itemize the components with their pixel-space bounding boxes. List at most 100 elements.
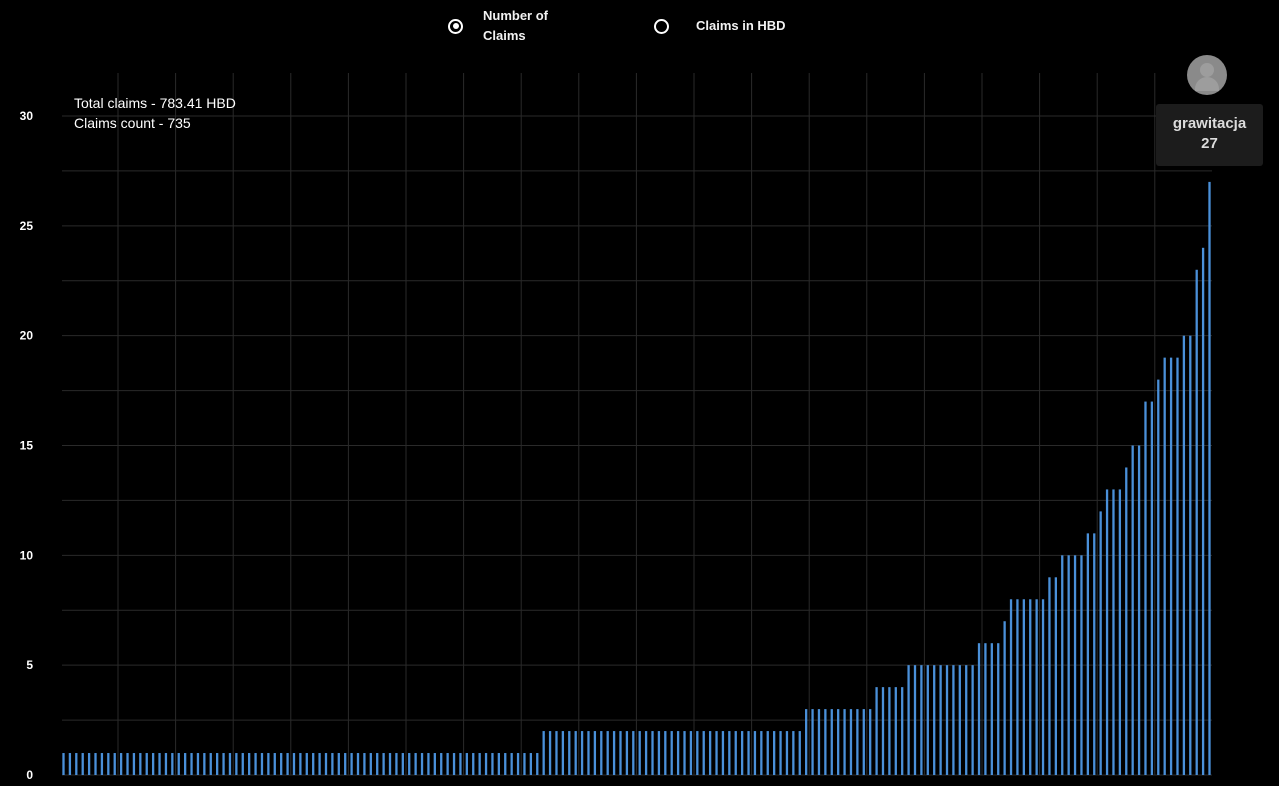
chart-bar[interactable]	[1189, 335, 1192, 775]
chart-bar[interactable]	[472, 753, 475, 775]
chart-bar[interactable]	[1208, 181, 1211, 775]
chart-bar[interactable]	[356, 753, 360, 775]
chart-bar[interactable]	[1099, 511, 1102, 775]
chart-bar[interactable]	[657, 731, 661, 775]
chart-bar[interactable]	[1144, 401, 1147, 775]
chart-bar[interactable]	[1054, 577, 1057, 775]
chart-bar[interactable]	[1009, 599, 1013, 775]
chart-bar[interactable]	[1169, 357, 1173, 775]
chart-bar[interactable]	[651, 731, 654, 775]
chart-bar[interactable]	[766, 731, 769, 775]
chart-bar[interactable]	[1067, 555, 1070, 775]
chart-bar[interactable]	[971, 665, 974, 775]
chart-bar[interactable]	[171, 753, 174, 775]
chart-bar[interactable]	[1073, 555, 1077, 775]
chart-bar[interactable]	[568, 731, 571, 775]
chart-bar[interactable]	[798, 731, 801, 775]
chart-bar[interactable]	[990, 643, 993, 775]
chart-bar[interactable]	[734, 731, 737, 775]
chart-bar[interactable]	[952, 665, 955, 775]
chart-bar[interactable]	[548, 731, 552, 775]
chart-bar[interactable]	[875, 687, 878, 775]
chart-bar[interactable]	[241, 753, 244, 775]
chart-bar[interactable]	[824, 709, 827, 775]
chart-bar[interactable]	[459, 753, 462, 775]
chart-bar[interactable]	[913, 665, 917, 775]
chart-bar[interactable]	[1176, 357, 1179, 775]
chart-bar[interactable]	[382, 753, 385, 775]
chart-bar[interactable]	[510, 753, 513, 775]
chart-bar[interactable]	[523, 753, 526, 775]
chart-bar[interactable]	[773, 731, 776, 775]
chart-bar[interactable]	[702, 731, 705, 775]
chart-bar[interactable]	[965, 665, 968, 775]
chart-bar[interactable]	[1035, 599, 1038, 775]
chart-bar[interactable]	[1137, 445, 1141, 776]
chart-bar[interactable]	[1061, 555, 1064, 775]
chart-bar[interactable]	[638, 731, 641, 775]
chart-bar[interactable]	[856, 709, 859, 775]
chart-bar[interactable]	[132, 753, 136, 775]
chart-bar[interactable]	[843, 709, 846, 775]
chart-bar[interactable]	[593, 731, 597, 775]
chart-bar[interactable]	[139, 753, 142, 775]
chart-bar[interactable]	[1125, 467, 1128, 775]
chart-bar[interactable]	[228, 753, 232, 775]
chart-bar[interactable]	[753, 731, 757, 775]
chart-bar[interactable]	[113, 753, 116, 775]
chart-bar[interactable]	[337, 753, 340, 775]
chart-bar[interactable]	[984, 643, 987, 775]
chart-bar[interactable]	[1016, 599, 1019, 775]
chart-bar[interactable]	[452, 753, 456, 775]
chart-bar[interactable]	[408, 753, 411, 775]
chart-bar[interactable]	[779, 731, 782, 775]
chart-bar[interactable]	[536, 753, 539, 775]
chart-bar[interactable]	[1195, 269, 1198, 775]
chart-bar[interactable]	[280, 753, 283, 775]
chart-bar[interactable]	[75, 753, 78, 775]
chart-bar[interactable]	[785, 731, 789, 775]
chart-bar[interactable]	[1201, 247, 1205, 776]
chart-bar[interactable]	[619, 731, 622, 775]
chart-bar[interactable]	[997, 643, 1000, 775]
chart-bar[interactable]	[869, 709, 872, 775]
chart-bar[interactable]	[235, 753, 238, 775]
chart-bar[interactable]	[119, 753, 123, 775]
chart-bar[interactable]	[344, 753, 347, 775]
chart-bar[interactable]	[1086, 533, 1090, 775]
chart-bar[interactable]	[94, 753, 97, 775]
chart-bar[interactable]	[939, 665, 942, 775]
chart-bar[interactable]	[1080, 555, 1083, 775]
chart-bar[interactable]	[1048, 577, 1051, 775]
chart-bar[interactable]	[196, 753, 200, 775]
chart-bar[interactable]	[126, 753, 129, 775]
chart-bar[interactable]	[324, 753, 328, 775]
chart-bar[interactable]	[920, 665, 923, 775]
chart-bar[interactable]	[958, 665, 961, 775]
chart-bar[interactable]	[1105, 489, 1109, 775]
chart-bar[interactable]	[107, 753, 110, 775]
chart-bar[interactable]	[837, 709, 840, 775]
chart-bar[interactable]	[273, 753, 276, 775]
chart-bar[interactable]	[529, 753, 533, 775]
chart-bar[interactable]	[926, 665, 929, 775]
chart-bar[interactable]	[151, 753, 155, 775]
chart-bar[interactable]	[497, 753, 500, 775]
chart-bar[interactable]	[632, 731, 635, 775]
chart-bar[interactable]	[183, 753, 187, 775]
chart-bar[interactable]	[683, 731, 686, 775]
chart-bar[interactable]	[849, 709, 853, 775]
chart-bar[interactable]	[625, 731, 629, 775]
chart-bar[interactable]	[254, 753, 257, 775]
chart-bar[interactable]	[286, 753, 289, 775]
chart-bar[interactable]	[363, 753, 366, 775]
chart-bar[interactable]	[100, 753, 104, 775]
chart-bar[interactable]	[555, 731, 558, 775]
chart-bar[interactable]	[491, 753, 494, 775]
chart-bar[interactable]	[248, 753, 251, 775]
chart-bar[interactable]	[721, 731, 725, 775]
chart-bar[interactable]	[177, 753, 180, 775]
chart-bar[interactable]	[504, 753, 507, 775]
chart-bar[interactable]	[1041, 599, 1045, 775]
chart-bar[interactable]	[1131, 445, 1134, 776]
